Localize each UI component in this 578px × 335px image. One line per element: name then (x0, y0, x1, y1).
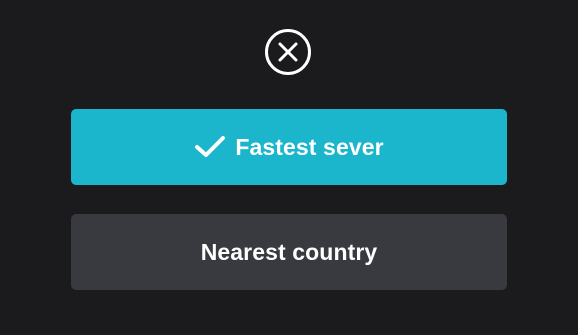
option-nearest-country-label: Nearest country (200, 238, 378, 265)
option-fastest-server-label: Fastest sever (235, 133, 384, 160)
close-button[interactable] (265, 29, 311, 75)
checkmark-icon (194, 135, 226, 159)
close-icon (277, 41, 299, 63)
option-fastest-server-button[interactable]: Fastest sever (71, 109, 507, 185)
option-nearest-country-button[interactable]: Nearest country (71, 214, 507, 290)
